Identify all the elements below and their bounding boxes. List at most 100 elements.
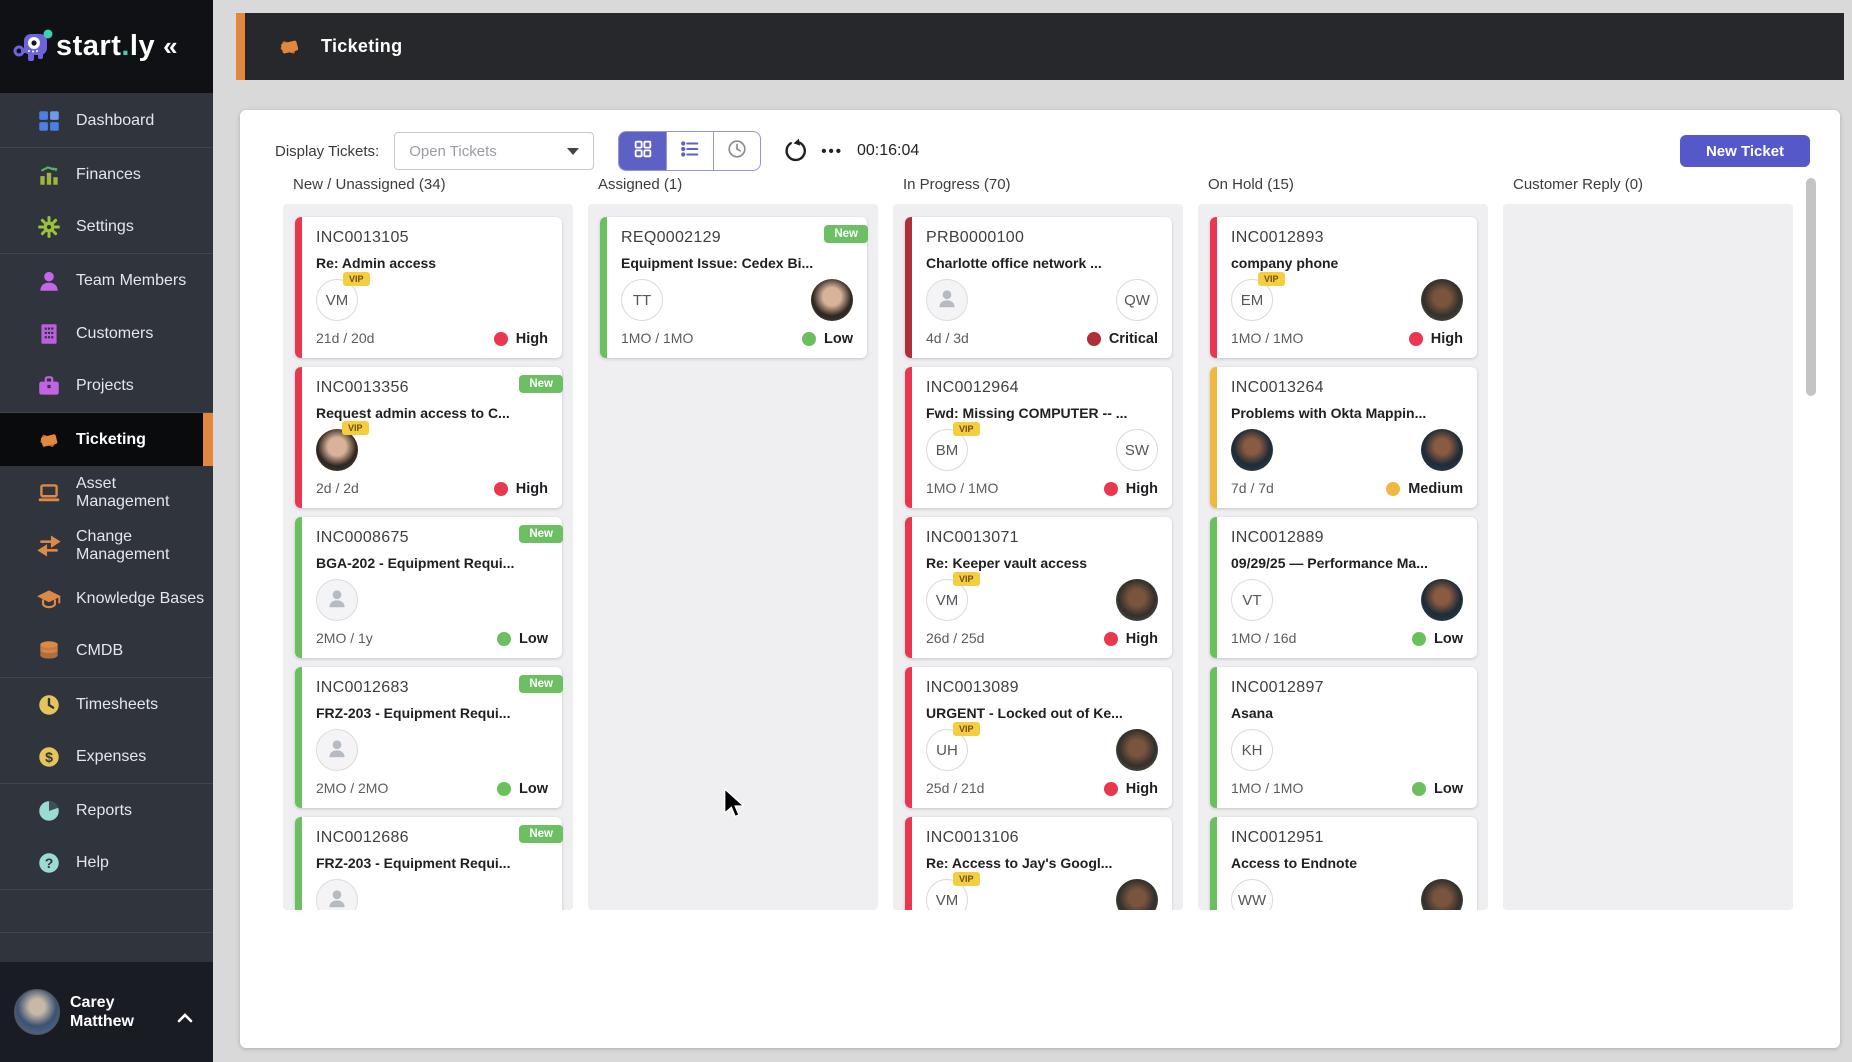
- ticket-card[interactable]: INC001288909/29/25 — Performance Ma...VT…: [1210, 517, 1477, 658]
- priority-indicator: Critical: [1087, 331, 1158, 347]
- priority-label: Critical: [1109, 331, 1158, 347]
- priority-indicator: Low: [802, 331, 853, 347]
- kanban-board: New / Unassigned (34) INC0013105Re: Admin…: [283, 176, 1808, 910]
- priority-indicator: High: [1409, 331, 1463, 347]
- ticket-title: Re: Keeper vault access: [926, 555, 1156, 571]
- sidebar-item-reports[interactable]: Reports: [0, 784, 213, 837]
- priority-strip: [905, 667, 912, 808]
- priority-strip: [295, 367, 302, 508]
- overflow-menu-icon[interactable]: •••: [821, 143, 843, 160]
- requester-avatar: VMVIP: [926, 579, 968, 621]
- sidebar-item-cmdb[interactable]: CMDB: [0, 625, 213, 678]
- ticket-card[interactable]: PRB0000100Charlotte office network ...QW…: [905, 217, 1172, 358]
- requester-avatar: [1231, 429, 1273, 471]
- sidebar-item-projects[interactable]: Projects: [0, 360, 213, 413]
- ticket-age: 1MO / 1MO: [1231, 330, 1303, 346]
- user-name: Carey Matthew: [70, 993, 134, 1031]
- person-silhouette-icon: [324, 885, 350, 911]
- avatar-initials: VM: [936, 592, 959, 609]
- sidebar-item-team-members[interactable]: Team Members: [0, 254, 213, 307]
- ticket-age: 1MO / 16d: [1231, 630, 1296, 646]
- new-ticket-button[interactable]: New Ticket: [1680, 135, 1810, 167]
- ticket-card[interactable]: INC0012686FRZ-203 - Equipment Requi...Ne…: [295, 817, 562, 910]
- priority-strip: [905, 367, 912, 508]
- avatar-initials: TT: [633, 292, 651, 309]
- sidebar-collapse-button[interactable]: «: [163, 31, 177, 62]
- ticket-filter-value: Open Tickets: [409, 143, 567, 160]
- board-column: In Progress (70)PRB0000100Charlotte offi…: [893, 176, 1183, 910]
- sidebar-item-knowledge-bases[interactable]: Knowledge Bases: [0, 572, 213, 625]
- ticket-age: 2d / 2d: [316, 480, 359, 496]
- grid-view-button[interactable]: [619, 132, 666, 170]
- requester-avatar: [316, 579, 358, 621]
- ticket-age: 1MO / 1MO: [926, 480, 998, 496]
- priority-label: High: [1431, 331, 1463, 347]
- sidebar-item-customers[interactable]: Customers: [0, 307, 213, 360]
- assignee-avatar: [1421, 429, 1463, 471]
- ticket-age: 7d / 7d: [1231, 480, 1274, 496]
- sidebar-item-settings[interactable]: Settings: [0, 201, 213, 254]
- sidebar-item-asset-management[interactable]: Asset Management: [0, 466, 213, 519]
- priority-dot-icon: [802, 332, 816, 346]
- sidebar-item-ticketing[interactable]: Ticketing: [0, 413, 213, 466]
- toolbar: Display Tickets: Open Tickets: [275, 130, 919, 172]
- requester-avatar: VT: [1231, 579, 1273, 621]
- new-badge: New: [519, 525, 563, 543]
- ticket-card[interactable]: INC0008675BGA-202 - Equipment Requi...2M…: [295, 517, 562, 658]
- requester-avatar: [316, 879, 358, 910]
- ticket-card[interactable]: INC0012893company phoneEMVIP1MO / 1MOHig…: [1210, 217, 1477, 358]
- ticket-title: BGA-202 - Equipment Requi...: [316, 555, 546, 571]
- grid-view-icon: [632, 138, 654, 165]
- ticket-id: INC0013105: [316, 229, 409, 247]
- assignee-avatar: [1116, 729, 1158, 771]
- ticket-icon: [276, 33, 303, 60]
- avatar-initials: UH: [936, 742, 958, 759]
- avatar-initials: SW: [1125, 442, 1149, 459]
- column-lane: INC0013105Re: Admin accessVMVIP21d / 20d…: [283, 204, 573, 910]
- ticket-card[interactable]: INC0013071Re: Keeper vault accessVMVIP26…: [905, 517, 1172, 658]
- ticket-id: INC0012897: [1231, 679, 1324, 697]
- user-menu[interactable]: Carey Matthew: [0, 962, 213, 1062]
- ticket-card[interactable]: INC0013105Re: Admin accessVMVIP21d / 20d…: [295, 217, 562, 358]
- new-badge: New: [519, 675, 563, 693]
- ticket-card[interactable]: INC0013264Problems with Okta Mappin...7d…: [1210, 367, 1477, 508]
- sidebar-item-timesheets[interactable]: Timesheets: [0, 678, 213, 731]
- board-column: Assigned (1)REQ0002129Equipment Issue: C…: [588, 176, 878, 910]
- ticket-card[interactable]: INC0012897AsanaKH1MO / 1MOLow: [1210, 667, 1477, 808]
- assignee-avatar: QW: [1116, 279, 1158, 321]
- priority-strip: [1210, 817, 1217, 910]
- priority-indicator: Low: [1412, 781, 1463, 797]
- column-title: New / Unassigned (34): [293, 176, 573, 196]
- ticket-id: INC0013356: [316, 379, 409, 397]
- priority-dot-icon: [497, 782, 511, 796]
- priority-strip: [1210, 367, 1217, 508]
- sidebar-item-help[interactable]: ?Help: [0, 837, 213, 890]
- ticket-card[interactable]: INC0012683FRZ-203 - Equipment Requi...2M…: [295, 667, 562, 808]
- ticket-filter-select[interactable]: Open Tickets: [394, 132, 594, 170]
- ticket-card[interactable]: INC0013356Request admin access to C...VI…: [295, 367, 562, 508]
- priority-dot-icon: [1104, 632, 1118, 646]
- sidebar-item-change-management[interactable]: Change Management: [0, 519, 213, 572]
- sidebar-item-finances[interactable]: Finances: [0, 148, 213, 201]
- refresh-icon[interactable]: [783, 138, 809, 164]
- ticket-card[interactable]: REQ0002129Equipment Issue: Cedex Bi...TT…: [600, 217, 867, 358]
- dashboard-icon: [36, 108, 62, 134]
- timeline-view-button[interactable]: [713, 132, 760, 170]
- sidebar-item-label: Customers: [76, 325, 153, 343]
- priority-strip: [295, 517, 302, 658]
- column-lane: [1503, 204, 1793, 910]
- sidebar-item-expenses[interactable]: $Expenses: [0, 731, 213, 784]
- ticket-card[interactable]: INC0013106Re: Access to Jay's Googl...VM…: [905, 817, 1172, 910]
- sidebar-item-label: Finances: [76, 166, 141, 184]
- board-scrollbar[interactable]: [1806, 178, 1816, 396]
- assignee-avatar: SW: [1116, 429, 1158, 471]
- ticket-card[interactable]: INC0013089URGENT - Locked out of Ke...UH…: [905, 667, 1172, 808]
- new-badge: New: [519, 825, 563, 843]
- ticket-card[interactable]: INC0012951Access to EndnoteWW: [1210, 817, 1477, 910]
- assignee-avatar: [1421, 879, 1463, 910]
- sidebar-item-dashboard[interactable]: Dashboard: [0, 95, 213, 148]
- ticket-card[interactable]: INC0012964Fwd: Missing COMPUTER -- ...BM…: [905, 367, 1172, 508]
- board-column: Customer Reply (0): [1503, 176, 1793, 910]
- chevron-up-icon[interactable]: [177, 1012, 191, 1026]
- list-view-button[interactable]: [666, 132, 713, 170]
